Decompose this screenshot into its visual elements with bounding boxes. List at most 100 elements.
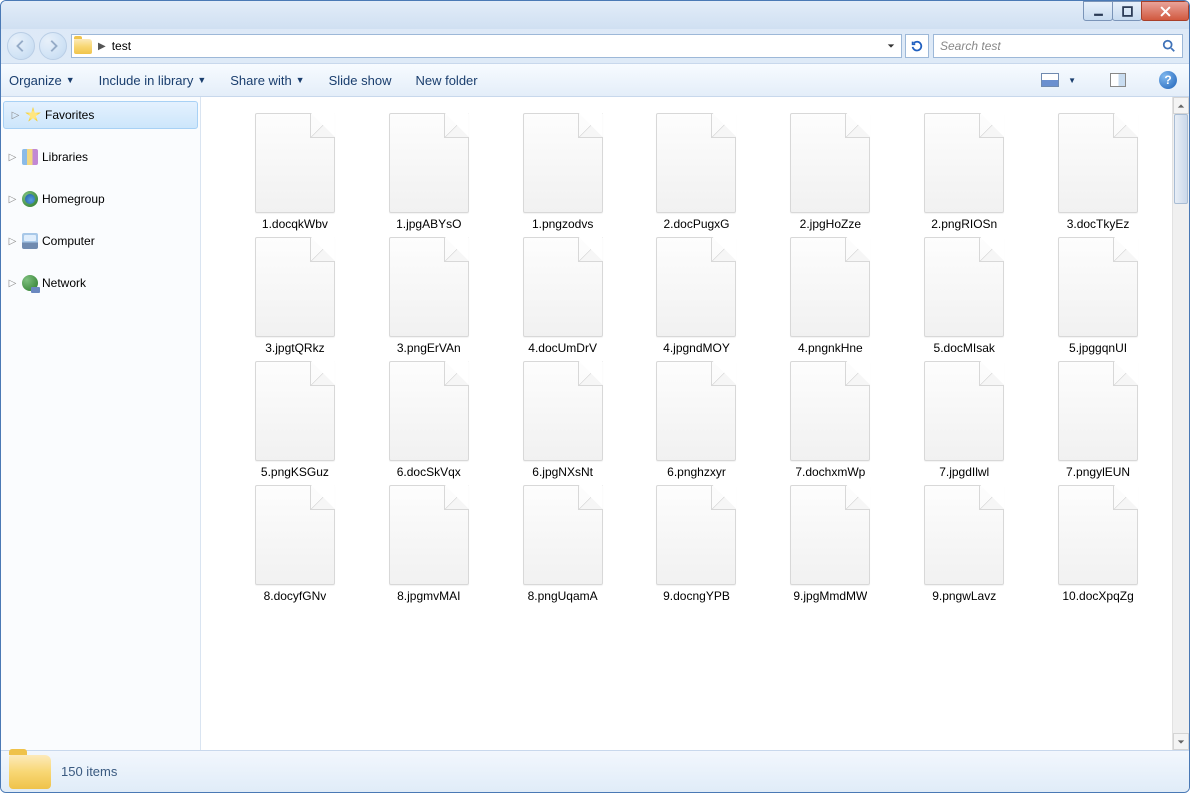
nav-network[interactable]: ▷ Network	[1, 269, 200, 297]
file-item[interactable]: 6.jpgNXsNt	[499, 361, 627, 479]
file-item[interactable]: 5.docMIsak	[900, 237, 1028, 355]
file-icon	[656, 237, 736, 337]
preview-pane-icon	[1110, 73, 1126, 87]
file-name-label: 2.docPugxG	[663, 217, 729, 231]
navigation-row: ▶ test	[1, 29, 1189, 63]
change-view-button[interactable]: ▼	[1035, 67, 1081, 93]
file-icon	[523, 113, 603, 213]
file-name-label: 8.pngUqamA	[528, 589, 598, 603]
file-item[interactable]: 3.docTkyEz	[1034, 113, 1162, 231]
file-item[interactable]: 3.jpgtQRkz	[231, 237, 359, 355]
file-icon	[1058, 237, 1138, 337]
organize-menu[interactable]: Organize▼	[9, 73, 75, 88]
file-item[interactable]: 1.jpgABYsO	[365, 113, 493, 231]
address-dropdown[interactable]	[883, 35, 899, 57]
file-name-label: 6.pnghzxyr	[667, 465, 726, 479]
breadcrumb-current[interactable]: test	[112, 39, 131, 53]
titlebar	[1, 1, 1189, 29]
file-name-label: 2.pngRIOSn	[931, 217, 997, 231]
close-button[interactable]	[1141, 1, 1189, 21]
nav-computer[interactable]: ▷ Computer	[1, 227, 200, 255]
share-with-menu[interactable]: Share with▼	[230, 73, 304, 88]
file-icon	[389, 361, 469, 461]
nav-homegroup[interactable]: ▷ Homegroup	[1, 185, 200, 213]
file-item[interactable]: 7.jpgdIlwl	[900, 361, 1028, 479]
file-item[interactable]: 8.docyfGNv	[231, 485, 359, 603]
scroll-thumb[interactable]	[1174, 114, 1188, 204]
file-item[interactable]: 2.jpgHoZze	[766, 113, 894, 231]
change-view-dropdown[interactable]: ▼	[1065, 76, 1079, 85]
file-item[interactable]: 4.pngnkHne	[766, 237, 894, 355]
nav-homegroup-label: Homegroup	[42, 192, 105, 206]
file-name-label: 4.jpgndMOY	[663, 341, 730, 355]
file-item[interactable]: 7.dochxmWp	[766, 361, 894, 479]
scroll-up-button[interactable]	[1173, 97, 1189, 114]
include-in-library-menu[interactable]: Include in library▼	[99, 73, 207, 88]
file-item[interactable]: 2.pngRIOSn	[900, 113, 1028, 231]
file-icon	[1058, 361, 1138, 461]
file-item[interactable]: 8.jpgmvMAI	[365, 485, 493, 603]
file-item[interactable]: 9.pngwLavz	[900, 485, 1028, 603]
preview-pane-button[interactable]	[1105, 69, 1131, 91]
status-item-count: 150 items	[61, 764, 117, 779]
file-item[interactable]: 3.pngErVAn	[365, 237, 493, 355]
slideshow-label: Slide show	[329, 73, 392, 88]
refresh-button[interactable]	[905, 34, 929, 58]
file-icon	[1058, 485, 1138, 585]
file-name-label: 1.jpgABYsO	[396, 217, 461, 231]
file-item[interactable]: 6.docSkVqx	[365, 361, 493, 479]
file-item[interactable]: 7.pngylEUN	[1034, 361, 1162, 479]
nav-libraries[interactable]: ▷ Libraries	[1, 143, 200, 171]
file-icon	[523, 361, 603, 461]
file-icon	[924, 485, 1004, 585]
file-name-label: 3.pngErVAn	[397, 341, 461, 355]
file-name-label: 6.docSkVqx	[397, 465, 461, 479]
window-controls	[1084, 1, 1189, 21]
forward-button[interactable]	[39, 32, 67, 60]
file-icon	[656, 361, 736, 461]
file-item[interactable]: 5.pngKSGuz	[231, 361, 359, 479]
file-icon	[389, 237, 469, 337]
search-box[interactable]	[933, 34, 1183, 58]
address-bar[interactable]: ▶ test	[71, 34, 902, 58]
file-name-label: 1.docqkWbv	[262, 217, 328, 231]
help-button[interactable]: ?	[1155, 69, 1181, 91]
nav-libraries-label: Libraries	[42, 150, 88, 164]
file-item[interactable]: 4.docUmDrV	[499, 237, 627, 355]
vertical-scrollbar[interactable]	[1172, 97, 1189, 750]
file-icon	[790, 361, 870, 461]
file-item[interactable]: 8.pngUqamA	[499, 485, 627, 603]
new-folder-button[interactable]: New folder	[415, 73, 477, 88]
file-name-label: 7.pngylEUN	[1066, 465, 1130, 479]
file-name-label: 5.docMIsak	[934, 341, 995, 355]
scroll-track[interactable]	[1173, 114, 1189, 733]
maximize-button[interactable]	[1112, 1, 1142, 21]
items-view[interactable]: 1.docqkWbv 1.jpgABYsO 1.pngzodvs 2.docPugxG…	[201, 97, 1172, 750]
file-item[interactable]: 4.jpgndMOY	[633, 237, 761, 355]
file-icon	[389, 113, 469, 213]
file-item[interactable]: 6.pnghzxyr	[633, 361, 761, 479]
search-input[interactable]	[940, 39, 1162, 53]
file-name-label: 9.jpgMmdMW	[793, 589, 867, 603]
file-item[interactable]: 9.docngYPB	[633, 485, 761, 603]
minimize-button[interactable]	[1083, 1, 1113, 21]
file-name-label: 2.jpgHoZze	[800, 217, 861, 231]
breadcrumb-separator-icon: ▶	[98, 41, 106, 52]
slide-show-button[interactable]: Slide show	[329, 73, 392, 88]
file-item[interactable]: 10.docXpqZg	[1034, 485, 1162, 603]
scroll-down-button[interactable]	[1173, 733, 1189, 750]
file-item[interactable]: 1.pngzodvs	[499, 113, 627, 231]
file-item[interactable]: 5.jpggqnUI	[1034, 237, 1162, 355]
file-name-label: 8.jpgmvMAI	[397, 589, 460, 603]
back-button[interactable]	[7, 32, 35, 60]
file-icon	[1058, 113, 1138, 213]
nav-favorites[interactable]: ▷ Favorites	[3, 101, 198, 129]
file-icon	[790, 113, 870, 213]
file-name-label: 3.jpgtQRkz	[265, 341, 324, 355]
file-item[interactable]: 2.docPugxG	[633, 113, 761, 231]
file-icon	[255, 361, 335, 461]
file-item[interactable]: 1.docqkWbv	[231, 113, 359, 231]
file-icon	[255, 485, 335, 585]
file-name-label: 9.docngYPB	[663, 589, 730, 603]
file-item[interactable]: 9.jpgMmdMW	[766, 485, 894, 603]
